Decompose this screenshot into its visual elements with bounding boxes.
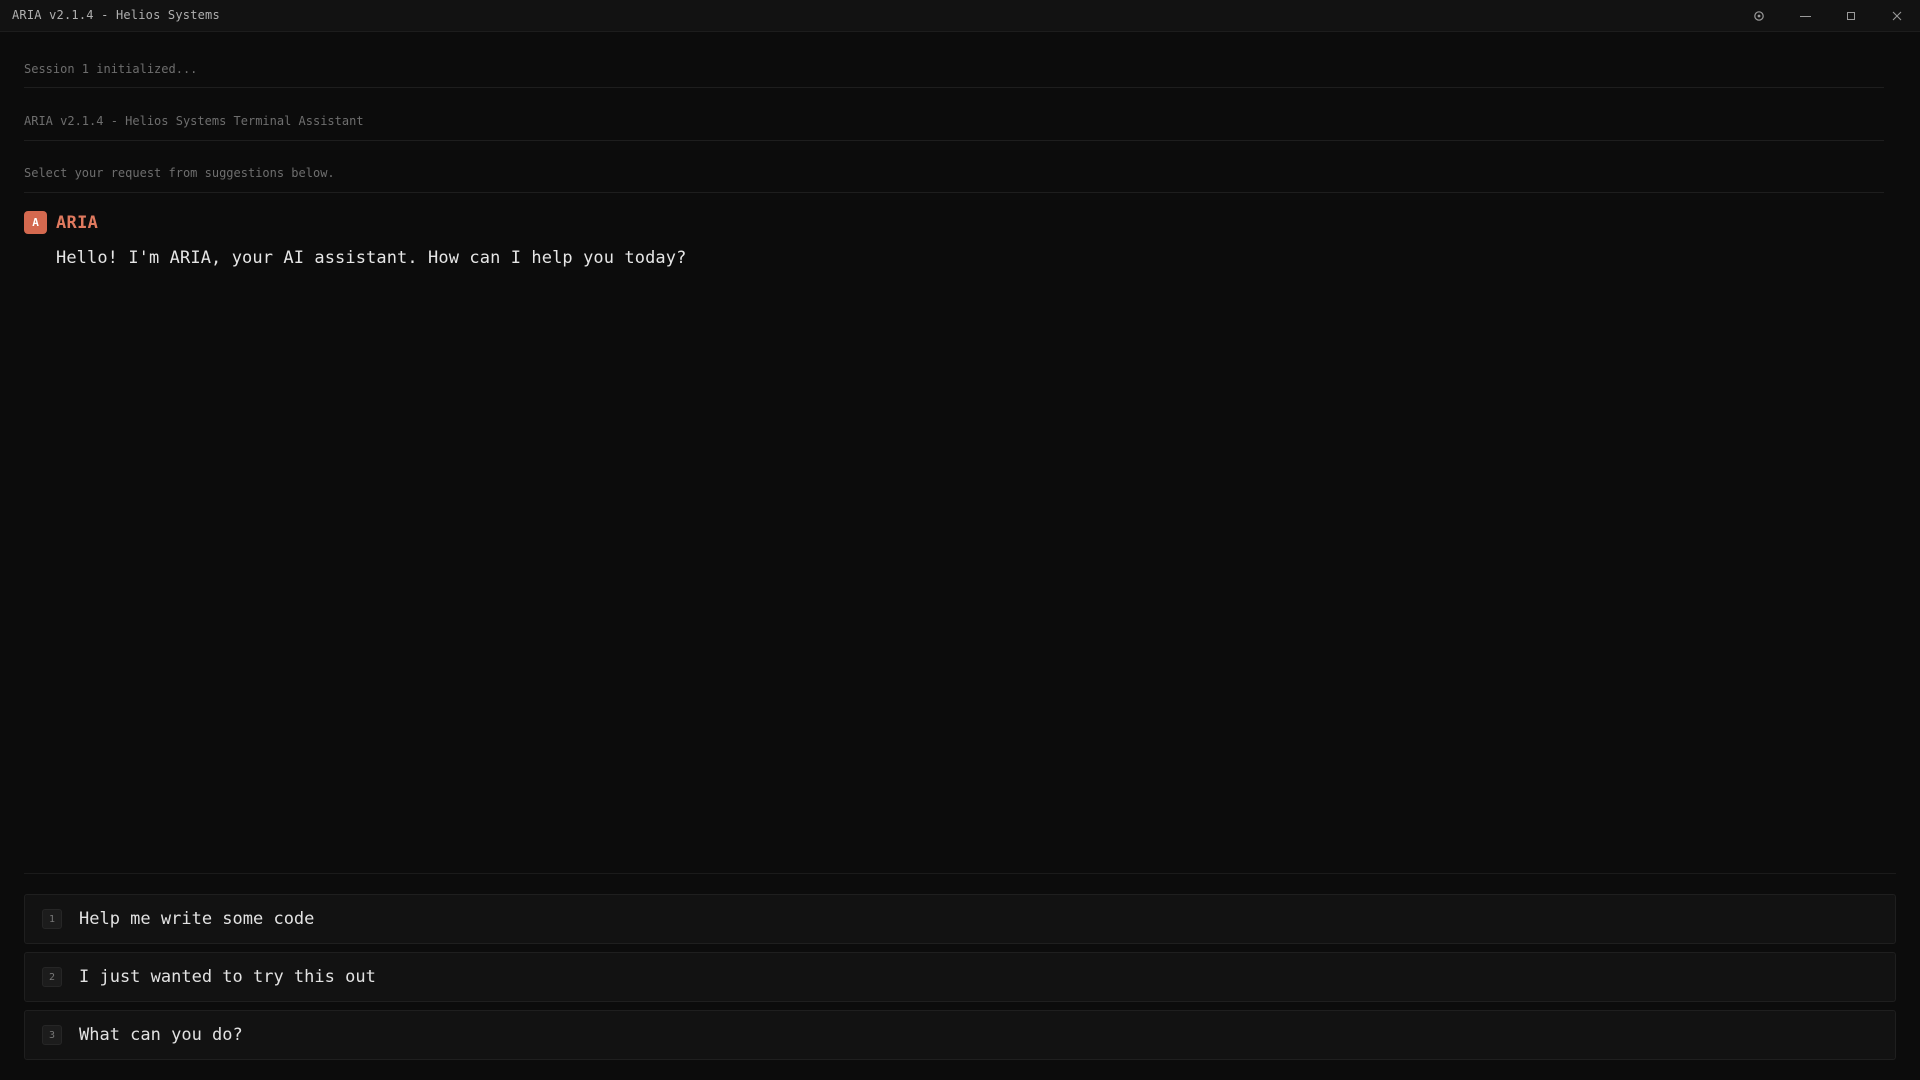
minimize-button[interactable] <box>1782 0 1828 32</box>
window-title: ARIA v2.1.4 - Helios Systems <box>12 8 220 22</box>
window-controls <box>1736 0 1920 32</box>
suggestion-label: What can you do? <box>79 1025 243 1045</box>
suggestion-option-3[interactable]: 3 What can you do? <box>24 1010 1896 1060</box>
suggestion-option-2[interactable]: 2 I just wanted to try this out <box>24 952 1896 1002</box>
settings-button[interactable] <box>1736 0 1782 32</box>
log-divider <box>24 192 1884 193</box>
avatar: A <box>24 211 47 234</box>
close-button[interactable] <box>1874 0 1920 32</box>
log-line-session: Session 1 initialized... <box>24 62 198 76</box>
log-line-instruction: Select your request from suggestions bel… <box>24 166 335 180</box>
suggestion-option-1[interactable]: 1 Help me write some code <box>24 894 1896 944</box>
sender-name: ARIA <box>56 212 99 233</box>
log-divider <box>24 140 1884 141</box>
log-divider <box>24 87 1884 88</box>
suggestion-number: 3 <box>42 1025 62 1045</box>
suggestion-number: 1 <box>42 909 62 929</box>
suggestions-divider <box>24 873 1896 874</box>
suggestion-label: Help me write some code <box>79 909 315 929</box>
close-icon <box>1892 11 1902 21</box>
assistant-message: Hello! I'm ARIA, your AI assistant. How … <box>56 248 687 268</box>
maximize-button[interactable] <box>1828 0 1874 32</box>
suggestion-number: 2 <box>42 967 62 987</box>
gear-icon <box>1753 10 1765 22</box>
message-header: A ARIA <box>24 211 98 234</box>
suggestion-label: I just wanted to try this out <box>79 967 376 987</box>
log-line-version: ARIA v2.1.4 - Helios Systems Terminal As… <box>24 114 364 128</box>
maximize-icon <box>1846 11 1856 21</box>
title-bar: ARIA v2.1.4 - Helios Systems <box>0 0 1920 32</box>
minimize-icon <box>1799 11 1811 22</box>
